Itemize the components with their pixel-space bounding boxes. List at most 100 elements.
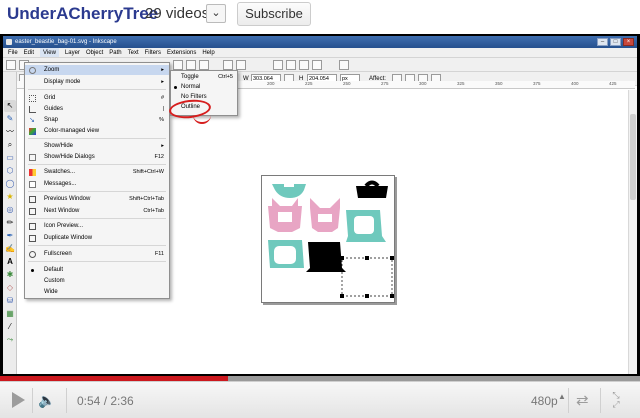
layers-icon[interactable] bbox=[299, 60, 309, 70]
view-menu-item-next-window[interactable]: Next Window Ctrl+Tab bbox=[25, 206, 169, 216]
selector-tool-icon[interactable]: ↖ bbox=[4, 100, 16, 112]
view-menu-item-grid[interactable]: Grid # bbox=[25, 93, 169, 103]
previous-window-icon bbox=[29, 196, 36, 203]
group-icon[interactable] bbox=[223, 60, 233, 70]
zoom-icon[interactable]: ⌕ bbox=[4, 139, 16, 151]
spiral-tool-icon[interactable]: ◎ bbox=[4, 204, 16, 216]
pink-bag-ear-right bbox=[310, 198, 340, 208]
vertical-scrollbar[interactable] bbox=[628, 90, 637, 374]
minimize-icon[interactable]: – bbox=[597, 38, 608, 46]
color-managed-icon bbox=[29, 128, 36, 135]
submenu-arrow-icon: ▸ bbox=[161, 67, 164, 73]
teal-bag-frame-window bbox=[354, 216, 374, 234]
menu-extensions[interactable]: Extensions bbox=[167, 48, 196, 57]
text-tool-icon[interactable] bbox=[286, 60, 296, 70]
view-menu-item-display-mode[interactable]: Display mode ▸ bbox=[25, 77, 169, 87]
menu-text[interactable]: Text bbox=[128, 48, 139, 57]
close-icon[interactable]: × bbox=[623, 38, 634, 46]
view-menu-item-guides[interactable]: Guides | bbox=[25, 104, 169, 114]
align-icon[interactable] bbox=[312, 60, 322, 70]
menu-layer[interactable]: Layer bbox=[65, 48, 80, 57]
view-menu-item-show-hide[interactable]: Show/Hide ▸ bbox=[25, 141, 169, 151]
connector-tool-icon[interactable]: ⤳ bbox=[4, 334, 16, 346]
view-menu-item-icon-preview[interactable]: Icon Preview... bbox=[25, 221, 169, 231]
ungroup-icon[interactable] bbox=[236, 60, 246, 70]
star-tool-icon[interactable]: ★ bbox=[4, 191, 16, 203]
preferences-icon[interactable] bbox=[339, 60, 349, 70]
video-frame[interactable]: easter_beastie_bag-01.svg - Inkscape – □… bbox=[0, 34, 640, 376]
fullscreen-icon[interactable]: ⤡ ⤢ bbox=[608, 391, 624, 409]
black-bag-top-handle bbox=[364, 180, 380, 188]
popout-icon[interactable]: ⇄ bbox=[576, 391, 589, 409]
view-menu-item-zoom[interactable]: Zoom ▸ bbox=[25, 65, 169, 75]
play-icon[interactable] bbox=[12, 392, 25, 408]
gradient-tool-icon[interactable]: ▦ bbox=[4, 308, 16, 320]
menu-path[interactable]: Path bbox=[109, 48, 121, 57]
menu-help[interactable]: Help bbox=[202, 48, 214, 57]
zoom-tool-icon[interactable] bbox=[173, 60, 183, 70]
radio-selected-icon bbox=[31, 269, 34, 272]
volume-icon[interactable]: 🔈 bbox=[38, 393, 56, 408]
selection-handle bbox=[340, 294, 344, 298]
spray-tool-icon[interactable]: ✱ bbox=[4, 269, 16, 281]
snap-icon: ↘ bbox=[29, 117, 35, 124]
channel-name-link[interactable]: UnderACherryTree bbox=[7, 4, 158, 24]
display-mode-normal[interactable]: Normal bbox=[171, 83, 237, 92]
eraser-tool-icon[interactable]: ◇ bbox=[4, 282, 16, 294]
pen-tool-icon[interactable]: ✒ bbox=[4, 230, 16, 242]
rectangle-tool-icon[interactable]: ▭ bbox=[4, 152, 16, 164]
menu-edit[interactable]: Edit bbox=[24, 48, 34, 57]
pink-bag-ear-left bbox=[272, 198, 298, 206]
node-tool-icon[interactable]: ✎ bbox=[4, 113, 16, 125]
calligraphy-tool-icon[interactable]: ✍ bbox=[4, 243, 16, 255]
new-document-icon[interactable] bbox=[6, 60, 16, 70]
menu-separator bbox=[28, 138, 166, 139]
view-menu-item-wide[interactable]: Wide bbox=[25, 287, 169, 297]
menu-shortcut: Ctrl+5 bbox=[218, 74, 233, 80]
tweak-tool-icon[interactable]: 〰 bbox=[4, 126, 16, 138]
maximize-icon[interactable]: □ bbox=[610, 38, 621, 46]
quality-selector[interactable]: 480p bbox=[531, 394, 558, 408]
view-menu-item-color-managed[interactable]: Color-managed view bbox=[25, 126, 169, 136]
zoom-page-icon[interactable] bbox=[199, 60, 209, 70]
menu-filters[interactable]: Filters bbox=[145, 48, 161, 57]
display-mode-toggle[interactable]: Toggle Ctrl+5 bbox=[171, 73, 237, 82]
submenu-arrow-icon: ▸ bbox=[161, 79, 164, 85]
menu-item-label: Swatches... bbox=[44, 169, 76, 175]
view-menu-item-show-hide-dialogs[interactable]: Show/Hide Dialogs F12 bbox=[25, 152, 169, 162]
menu-object[interactable]: Object bbox=[86, 48, 103, 57]
document-page[interactable] bbox=[261, 175, 395, 303]
ellipse-tool-icon[interactable]: ◯ bbox=[4, 178, 16, 190]
dropper-tool-icon[interactable]: ⁄ bbox=[4, 321, 16, 333]
view-menu-item-default[interactable]: Default bbox=[25, 265, 169, 275]
view-menu-item-previous-window[interactable]: Previous Window Shift+Ctrl+Tab bbox=[25, 194, 169, 204]
menu-view[interactable]: View bbox=[40, 48, 59, 57]
pencil-tool-icon[interactable]: ✏ bbox=[4, 217, 16, 229]
channel-bar: UnderACherryTree 29 videos ⌄ Subscribe bbox=[0, 0, 640, 30]
bucket-tool-icon[interactable]: ⛁ bbox=[4, 295, 16, 307]
3d-box-tool-icon[interactable]: ⬡ bbox=[4, 165, 16, 177]
scrollbar-thumb[interactable] bbox=[630, 114, 636, 200]
view-menu-dropdown: Zoom ▸ Display mode ▸ Grid # Guides | ↘ Snap%… bbox=[24, 62, 170, 299]
quality-caret-icon[interactable]: ▲ bbox=[558, 392, 566, 401]
ruler-tick: 225 bbox=[305, 81, 313, 86]
window-title: easter_beastie_bag-01.svg - Inkscape bbox=[15, 39, 117, 45]
text-icon[interactable]: A bbox=[4, 256, 16, 268]
view-menu-item-swatches[interactable]: Swatches... Shift+Ctrl+W bbox=[25, 167, 169, 177]
view-menu-item-custom[interactable]: Custom bbox=[25, 276, 169, 286]
view-menu-item-snap[interactable]: ↘ Snap% bbox=[25, 115, 169, 125]
zoom-drawing-icon[interactable] bbox=[186, 60, 196, 70]
menu-bar: File Edit View Layer Object Path Text Fi… bbox=[3, 48, 637, 58]
view-menu-item-messages[interactable]: Messages... bbox=[25, 179, 169, 189]
grid-icon bbox=[29, 95, 36, 102]
menu-shortcut: Shift+Ctrl+Tab bbox=[129, 196, 164, 202]
guides-icon bbox=[29, 106, 36, 113]
menu-separator bbox=[28, 245, 166, 246]
subscribe-button[interactable]: Subscribe bbox=[237, 2, 311, 26]
channel-dropdown-button[interactable]: ⌄ bbox=[206, 4, 226, 23]
view-menu-item-duplicate-window[interactable]: Duplicate Window bbox=[25, 233, 169, 243]
menu-file[interactable]: File bbox=[8, 48, 18, 57]
next-window-icon bbox=[29, 208, 36, 215]
view-menu-item-fullscreen[interactable]: Fullscreen F11 bbox=[25, 249, 169, 259]
fill-stroke-icon[interactable] bbox=[273, 60, 283, 70]
